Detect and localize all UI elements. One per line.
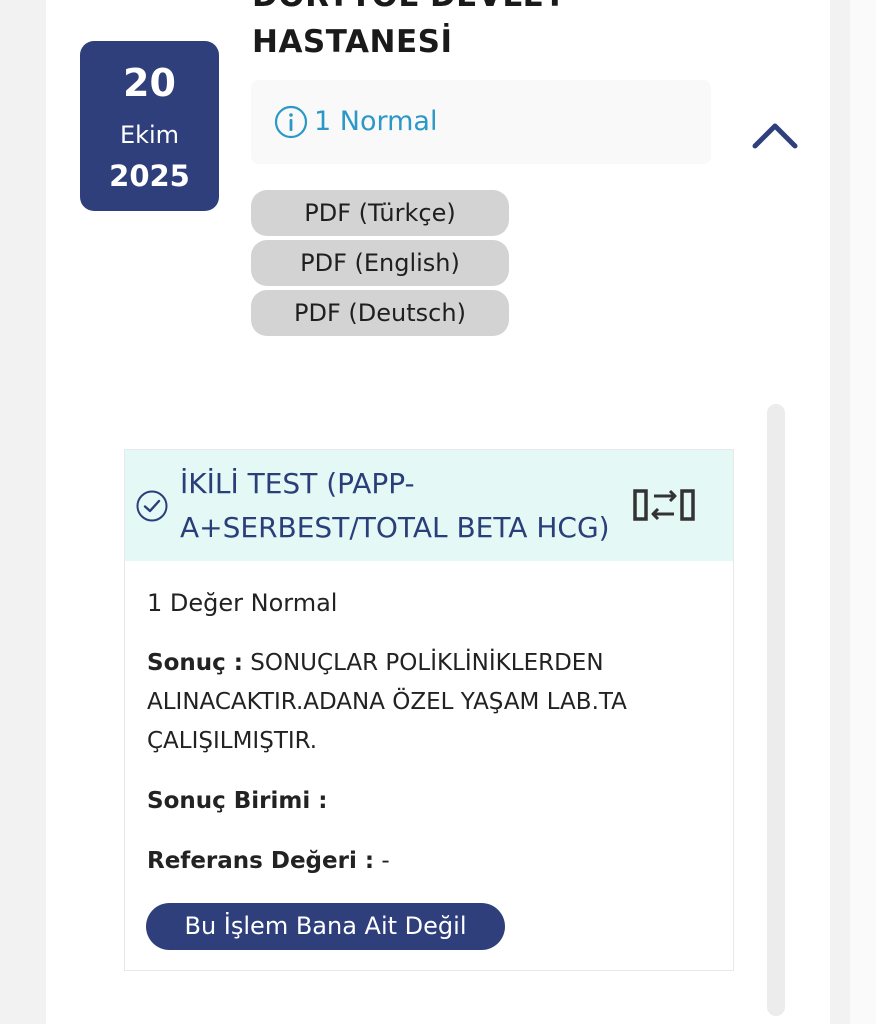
not-my-record-button[interactable]: Bu İşlem Bana Ait Değil: [146, 903, 505, 950]
date-day: 20: [123, 61, 176, 105]
reference-value-label: Referans Değeri :: [147, 848, 375, 874]
result-text: Sonuç : SONUÇLAR POLİKLİNİKLERDEN ALINAC…: [147, 644, 687, 761]
scrollbar[interactable]: [767, 404, 785, 1016]
hospital-name-line1: DÖRTYOL DEVLET: [252, 0, 566, 14]
date-year: 2025: [109, 159, 190, 193]
hospital-name-line2: HASTANESİ: [252, 24, 453, 60]
reference-value-text: -: [381, 848, 390, 874]
date-month: Ekim: [119, 121, 180, 149]
date-badge: 20 Ekim 2025: [80, 41, 219, 211]
pdf-turkish-button[interactable]: PDF (Türkçe): [251, 190, 509, 236]
check-circle-icon: [136, 490, 168, 522]
info-circle-icon: [274, 105, 308, 139]
result-label: Sonuç :: [147, 650, 243, 676]
pdf-english-button[interactable]: PDF (English): [251, 240, 509, 286]
swap-arrows-icon[interactable]: [632, 485, 696, 525]
result-unit: Sonuç Birimi :: [147, 784, 327, 818]
test-name: İKİLİ TEST (PAPP-A+SERBEST/TOTAL BETA HC…: [180, 467, 610, 544]
reference-value: Referans Değeri : -: [147, 844, 390, 878]
result-unit-label: Sonuç Birimi :: [147, 788, 328, 814]
status-text: 1 Normal: [314, 106, 438, 137]
normal-value-count: 1 Değer Normal: [147, 589, 338, 617]
chevron-up-icon[interactable]: [750, 118, 800, 152]
right-background-strip: [850, 0, 876, 1024]
pdf-german-button[interactable]: PDF (Deutsch): [251, 290, 509, 336]
